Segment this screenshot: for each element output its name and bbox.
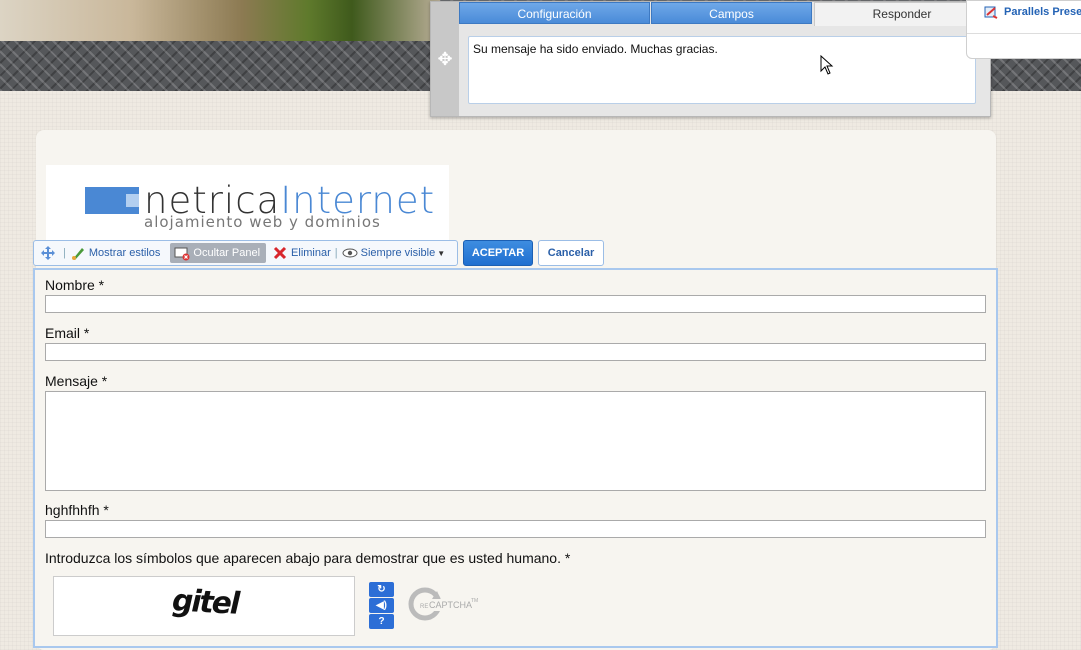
captcha-label: Introduzca los símbolos que aparecen aba… (45, 550, 571, 566)
eliminar-label: Eliminar (291, 247, 331, 259)
mostrar-estilos-label: Mostrar estilos (88, 247, 161, 259)
paint-brush-icon (71, 248, 84, 260)
nombre-input[interactable] (45, 295, 986, 313)
parallels-link[interactable]: Parallels Prese (984, 6, 1081, 19)
response-message-textarea[interactable]: Su mensaje ha sido enviado. Muchas graci… (468, 36, 976, 104)
mouse-cursor-icon (820, 55, 834, 75)
cancelar-button[interactable]: Cancelar (538, 240, 604, 266)
recaptcha-logo: RE CAPTCHA TM (408, 587, 478, 621)
email-input[interactable] (45, 343, 986, 361)
move-icon[interactable] (40, 245, 59, 261)
siempre-visible-label: Siempre visible (360, 247, 436, 259)
tab-campos[interactable]: Campos (651, 2, 812, 24)
svg-text:TM: TM (471, 598, 478, 604)
element-toolbar: | Mostrar estilos Ocultar Panel Eliminar… (33, 240, 458, 266)
parallels-panel: Parallels Prese (966, 0, 1081, 59)
tab-responder[interactable]: Responder (814, 2, 990, 26)
toolbar-separator: | (334, 247, 338, 259)
eye-icon (342, 248, 358, 258)
mensaje-label: Mensaje * (45, 373, 108, 389)
toolbar-separator: | (63, 247, 66, 259)
site-logo[interactable]: netricaInternet alojamiento web y domini… (46, 165, 449, 241)
parallels-label: Parallels Prese (1004, 6, 1081, 18)
header-photo (0, 0, 440, 41)
mostrar-estilos-button[interactable]: Mostrar estilos (70, 245, 161, 261)
aceptar-button[interactable]: ACEPTAR (463, 240, 533, 266)
tab-configuracion[interactable]: Configuración (459, 2, 650, 24)
logo-tagline: alojamiento web y dominios (144, 213, 381, 231)
captcha-text: gitel (168, 583, 243, 622)
divider (967, 33, 1081, 34)
nombre-label: Nombre * (45, 277, 105, 293)
logo-mark-inner (126, 194, 139, 207)
captcha-image: gitel (53, 576, 355, 636)
parallels-icon (984, 6, 998, 19)
help-captcha-icon[interactable]: ? (369, 614, 394, 629)
hide-panel-icon (174, 247, 190, 261)
refresh-captcha-icon[interactable]: ↻ (369, 582, 394, 597)
ocultar-panel-label: Ocultar Panel (193, 247, 261, 259)
chevron-down-icon: ▼ (437, 248, 446, 258)
move-handle-icon[interactable]: ✥ (431, 2, 459, 116)
custom-field-label: hghfhhfh * (45, 502, 109, 518)
delete-icon (273, 246, 287, 260)
email-label: Email * (45, 325, 90, 341)
custom-field-input[interactable] (45, 520, 986, 538)
svg-text:CAPTCHA: CAPTCHA (429, 600, 472, 610)
form-settings-panel: ✥ Configuración Campos Responder Su mens… (430, 1, 991, 117)
ocultar-panel-button[interactable]: Ocultar Panel (170, 243, 267, 263)
siempre-visible-dropdown[interactable]: Siempre visible ▼ (342, 245, 446, 261)
audio-captcha-icon[interactable]: ◀) (369, 598, 394, 613)
eliminar-button[interactable]: Eliminar (272, 245, 331, 261)
svg-text:RE: RE (420, 604, 428, 610)
mensaje-textarea[interactable] (45, 391, 986, 491)
